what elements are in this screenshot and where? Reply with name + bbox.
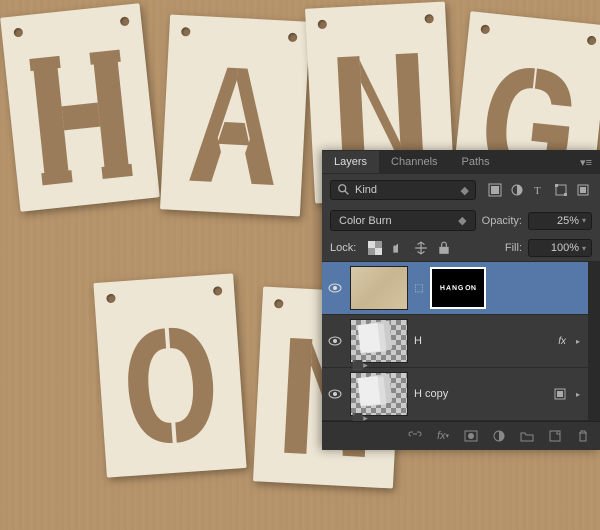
clip-icon: ⬛▸ (352, 360, 368, 371)
hole-icon (213, 286, 223, 296)
blend-row: Color Burn ◆ Opacity: 25% ▾ (322, 206, 600, 235)
clip-icon: ⬛▸ (352, 413, 368, 421)
blend-mode-select[interactable]: Color Burn ◆ (330, 210, 476, 231)
fill-input[interactable]: 100% ▾ (528, 239, 592, 257)
trash-icon[interactable] (574, 427, 592, 445)
filter-row: Kind ◆ T (322, 174, 600, 206)
filter-pixel-icon[interactable] (486, 181, 504, 199)
filter-kind-select[interactable]: Kind ◆ (330, 180, 476, 200)
hole-icon (181, 27, 190, 36)
stencil-tag-a (160, 14, 310, 216)
hole-icon (288, 33, 297, 42)
filter-kind-label: Kind (355, 184, 377, 196)
layer-thumb[interactable] (350, 319, 408, 363)
adjustment-icon[interactable] (490, 427, 508, 445)
hole-icon (274, 299, 283, 308)
hole-icon (318, 20, 327, 29)
layer-thumb[interactable] (350, 372, 408, 416)
stencil-letter (179, 57, 290, 193)
panel-menu-icon[interactable]: ▾≡ (572, 151, 600, 174)
smart-object-icon (554, 388, 566, 400)
layer-row[interactable]: ⬚ HANGON (322, 262, 588, 315)
opacity-input[interactable]: 25% ▾ (528, 212, 592, 230)
layer-name: H (414, 335, 552, 347)
hole-icon (587, 36, 597, 46)
lock-all-icon[interactable] (435, 239, 453, 257)
fill-value: 100% (551, 242, 579, 254)
mask-link-icon[interactable]: ⬚ (414, 283, 424, 294)
fx-badge[interactable]: fx (558, 336, 566, 347)
panel-bottom-bar: fx▾ (322, 421, 600, 450)
hole-icon (120, 16, 130, 26)
layer-thumb[interactable] (350, 266, 408, 310)
stencil-letter (114, 317, 227, 455)
hole-icon (13, 28, 23, 38)
hole-icon (480, 24, 490, 34)
stencil-letter (22, 47, 139, 188)
blend-mode-value: Color Burn (339, 215, 392, 227)
panel-tabs: Layers Channels Paths ▾≡ (322, 150, 600, 174)
visibility-icon[interactable] (328, 336, 344, 346)
lock-row: Lock: Fill: 100% ▾ (322, 235, 600, 262)
layer-mask-thumb[interactable]: HANGON (430, 267, 486, 309)
new-layer-icon[interactable] (546, 427, 564, 445)
lock-label: Lock: (330, 242, 356, 254)
layers-panel: Layers Channels Paths ▾≡ Kind ◆ T Color … (322, 150, 600, 450)
layer-row[interactable]: ⬛▸ H fx ▸ (322, 315, 588, 368)
tab-paths[interactable]: Paths (450, 151, 502, 173)
scrollbar[interactable] (588, 262, 600, 421)
lock-transparency-icon[interactable] (366, 239, 384, 257)
mask-icon[interactable] (462, 427, 480, 445)
filter-shape-icon[interactable] (552, 181, 570, 199)
svg-text:T: T (534, 185, 541, 197)
layer-row[interactable]: ⬛▸ H copy ▸ (322, 368, 588, 421)
hole-icon (424, 14, 433, 23)
stencil-tag-h (0, 3, 160, 212)
layer-name: H copy (414, 388, 548, 400)
tab-layers[interactable]: Layers (322, 151, 379, 173)
search-icon (337, 183, 351, 197)
filter-adjust-icon[interactable] (508, 181, 526, 199)
filter-smart-icon[interactable] (574, 181, 592, 199)
opacity-value: 25% (557, 215, 579, 227)
layers-list: ⬚ HANGON ⬛▸ H fx ▸ (322, 262, 588, 421)
fx-icon[interactable]: fx▾ (434, 427, 452, 445)
group-icon[interactable] (518, 427, 536, 445)
tab-channels[interactable]: Channels (379, 151, 449, 173)
chevron-icon[interactable]: ▸ (576, 390, 580, 399)
filter-type-icon[interactable]: T (530, 181, 548, 199)
lock-position-icon[interactable] (412, 239, 430, 257)
link-layers-icon[interactable] (406, 427, 424, 445)
lock-image-icon[interactable] (389, 239, 407, 257)
fill-label: Fill: (505, 242, 522, 254)
visibility-icon[interactable] (328, 389, 344, 399)
stencil-tag-o (93, 273, 246, 477)
visibility-icon[interactable] (328, 283, 344, 293)
chevron-icon[interactable]: ▸ (576, 337, 580, 346)
hole-icon (106, 294, 116, 304)
opacity-label: Opacity: (482, 215, 522, 227)
